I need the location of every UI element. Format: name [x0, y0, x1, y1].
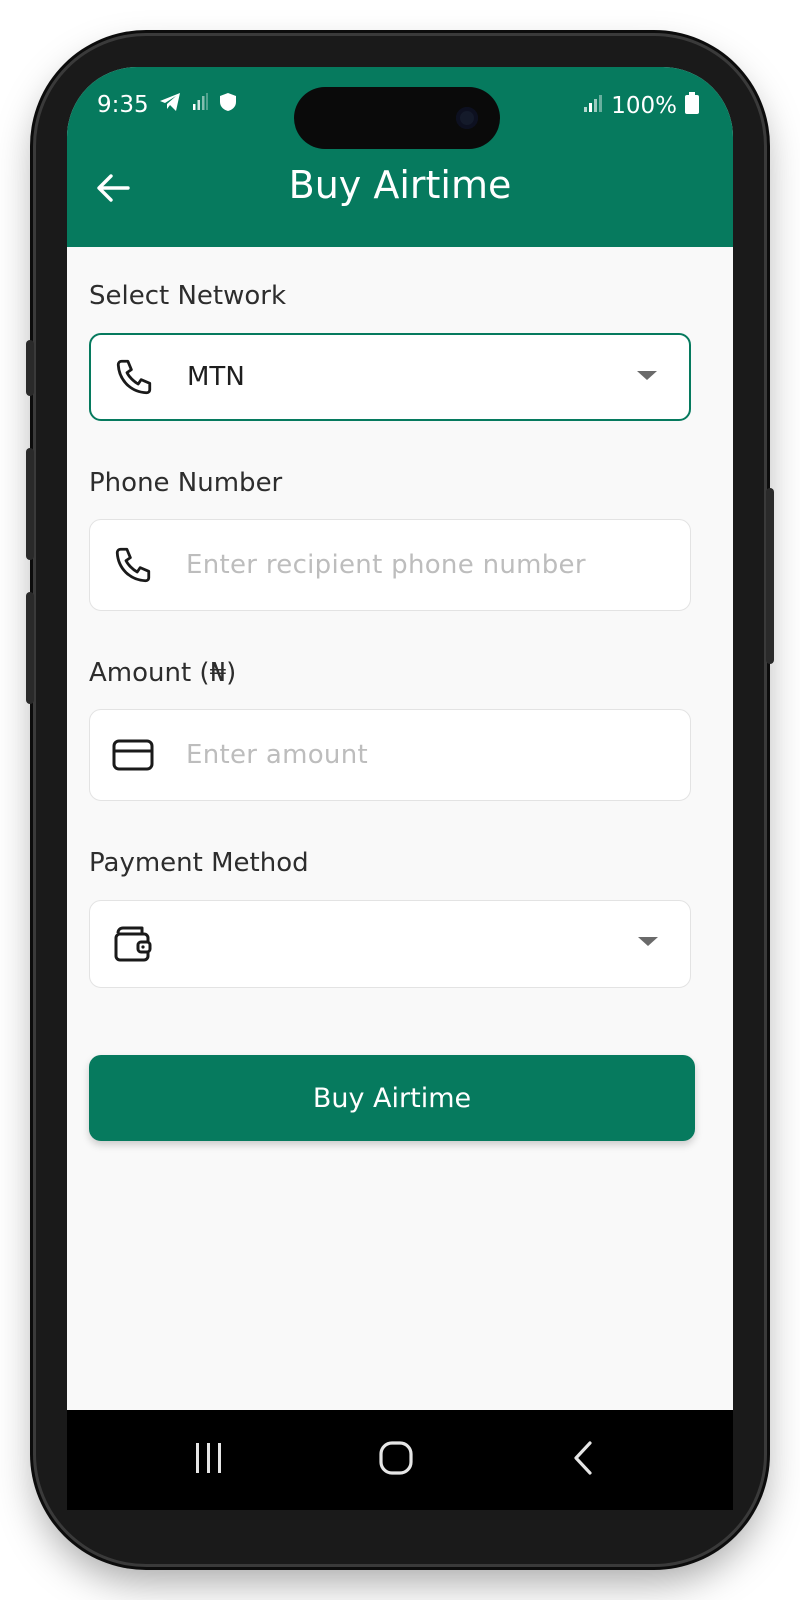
recents-button[interactable] — [187, 1438, 231, 1482]
telegram-icon — [159, 92, 181, 118]
side-button — [766, 488, 774, 664]
home-icon — [378, 1440, 414, 1480]
wallet-icon — [110, 921, 156, 967]
network-label: Select Network — [89, 281, 287, 311]
network-value: MTN — [187, 362, 245, 392]
side-button — [26, 592, 34, 704]
payment-label: Payment Method — [89, 848, 309, 878]
caret-down-icon — [638, 937, 658, 946]
payment-method-select[interactable] — [89, 900, 691, 988]
nav-back-icon — [571, 1440, 595, 1480]
status-time: 9:35 — [97, 92, 149, 118]
amount-field[interactable]: Enter amount — [89, 709, 691, 801]
caret-down-icon — [637, 371, 657, 380]
camera-island — [294, 87, 500, 149]
network-select[interactable]: MTN — [89, 333, 691, 421]
buy-airtime-button[interactable]: Buy Airtime — [89, 1055, 695, 1141]
amount-placeholder: Enter amount — [186, 740, 368, 770]
shield-icon — [219, 92, 237, 118]
signal-alt-icon — [191, 92, 209, 118]
phone-number-placeholder: Enter recipient phone number — [186, 550, 586, 580]
home-button[interactable] — [371, 1438, 421, 1482]
recents-icon — [193, 1441, 225, 1479]
phone-icon — [111, 354, 157, 400]
side-button — [26, 448, 34, 560]
battery-text: 100% — [611, 93, 677, 119]
page-title: Buy Airtime — [288, 163, 512, 207]
battery-icon — [685, 92, 699, 120]
nav-back-button[interactable] — [561, 1438, 605, 1482]
phone-icon — [110, 542, 156, 588]
signal-icon — [583, 93, 603, 119]
side-button — [26, 340, 34, 396]
amount-label: Amount (₦) — [89, 658, 237, 688]
app-header: 9:35 100% Buy Airtime — [67, 67, 733, 247]
camera-lens — [456, 107, 478, 129]
system-nav-bar — [67, 1410, 733, 1510]
card-icon — [110, 732, 156, 778]
phone-label: Phone Number — [89, 468, 283, 498]
phone-number-field[interactable]: Enter recipient phone number — [89, 519, 691, 611]
app-screen: 9:35 100% Buy Airtime Select Network MTN… — [67, 67, 733, 1467]
